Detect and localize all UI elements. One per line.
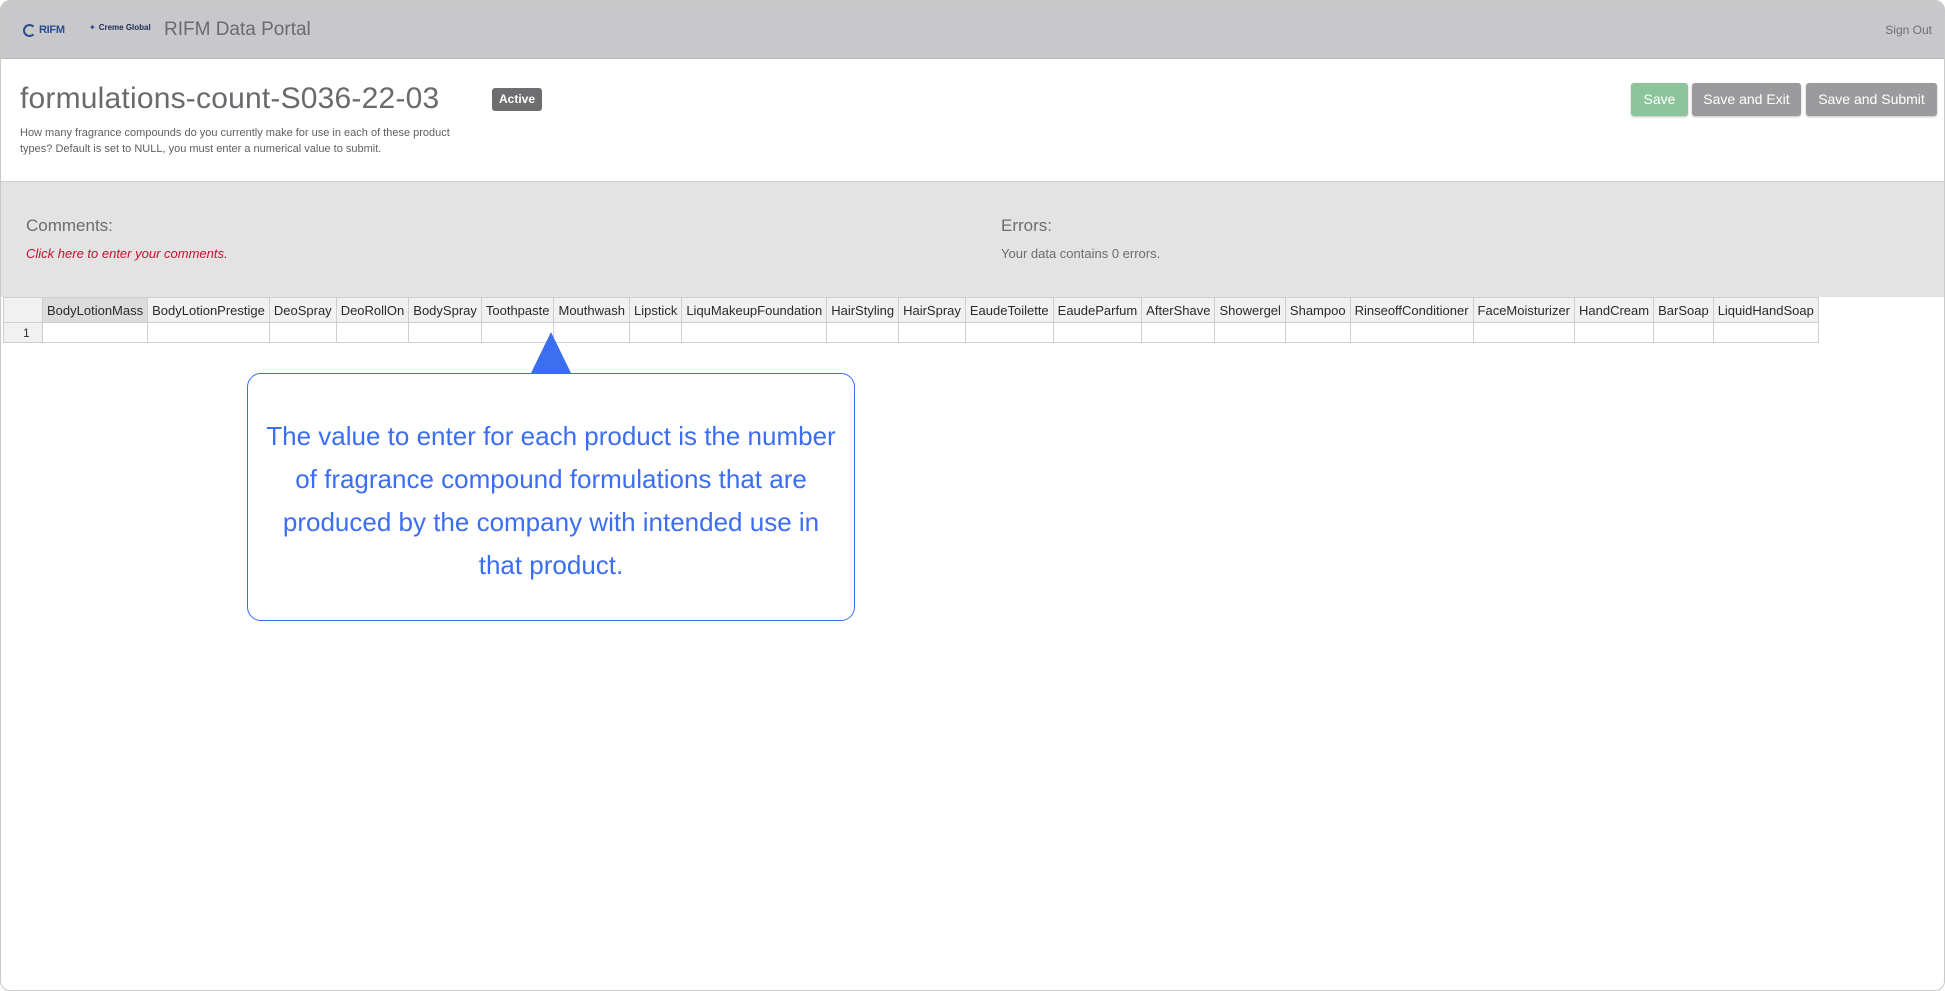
grid-cell[interactable] bbox=[1284, 322, 1351, 343]
save-and-exit-button[interactable]: Save and Exit bbox=[1692, 83, 1801, 116]
grid-cell[interactable] bbox=[1349, 322, 1474, 343]
grid-cell[interactable] bbox=[1712, 322, 1819, 343]
column-header[interactable]: HairSpray bbox=[898, 297, 966, 323]
comments-errors-panel bbox=[1, 181, 1944, 297]
rifm-logo-icon bbox=[23, 23, 36, 37]
column-header[interactable]: Mouthwash bbox=[553, 297, 630, 323]
sign-out-link[interactable]: Sign Out bbox=[1885, 23, 1932, 37]
column-header[interactable]: BodyLotionPrestige bbox=[147, 297, 270, 323]
column-header[interactable]: HairStyling bbox=[826, 297, 900, 323]
table-row: 1 bbox=[3, 322, 1819, 343]
column-header[interactable]: Shampoo bbox=[1284, 297, 1351, 323]
callout-text: The value to enter for each product is t… bbox=[266, 421, 836, 580]
grid-cell[interactable] bbox=[898, 322, 966, 343]
grid-cell[interactable] bbox=[826, 322, 900, 343]
page-description: How many fragrance compounds do you curr… bbox=[20, 127, 450, 155]
grid-cell[interactable] bbox=[628, 322, 683, 343]
data-grid: BodyLotionMass BodyLotionPrestige DeoSpr… bbox=[3, 297, 1819, 343]
rifm-logo-text: RIFM bbox=[39, 24, 65, 36]
column-header[interactable]: EaudeToilette bbox=[964, 297, 1054, 323]
comments-title: Comments: bbox=[26, 216, 113, 235]
column-header[interactable]: FaceMoisturizer bbox=[1472, 297, 1576, 323]
column-header[interactable]: Toothpaste bbox=[480, 297, 555, 323]
save-button[interactable]: Save bbox=[1631, 83, 1688, 116]
column-header[interactable]: Lipstick bbox=[628, 297, 683, 323]
errors-title: Errors: bbox=[1001, 216, 1052, 235]
creme-global-logo[interactable]: ✦ Creme Global bbox=[89, 23, 151, 32]
page-title: formulations-count-S036-22-03 bbox=[20, 82, 440, 115]
rifm-logo[interactable]: RIFM bbox=[23, 20, 65, 40]
grid-cell[interactable] bbox=[964, 322, 1054, 343]
grid-cell[interactable] bbox=[1052, 322, 1143, 343]
column-header[interactable]: DeoSpray bbox=[268, 297, 337, 323]
creme-logo-text: Creme Global bbox=[98, 23, 151, 32]
save-and-submit-button[interactable]: Save and Submit bbox=[1806, 83, 1937, 116]
grid-cell[interactable] bbox=[1472, 322, 1576, 343]
column-header[interactable]: LiquMakeupFoundation bbox=[681, 297, 828, 323]
column-header[interactable]: EaudeParfum bbox=[1052, 297, 1143, 323]
column-header[interactable]: HandCream bbox=[1573, 297, 1655, 323]
grid-cell[interactable] bbox=[1573, 322, 1655, 343]
portal-title[interactable]: RIFM Data Portal bbox=[164, 19, 311, 41]
column-header[interactable]: DeoRollOn bbox=[335, 297, 410, 323]
top-bar: RIFM ✦ Creme Global RIFM Data Portal Sig… bbox=[1, 1, 1944, 59]
creme-logo-icon: ✦ bbox=[89, 23, 96, 32]
grid-cell[interactable] bbox=[147, 322, 270, 343]
column-header[interactable]: AfterShave bbox=[1141, 297, 1216, 323]
grid-cell[interactable] bbox=[335, 322, 410, 343]
grid-cell[interactable] bbox=[681, 322, 828, 343]
grid-cell[interactable] bbox=[41, 322, 149, 343]
column-header[interactable]: BodyLotionMass bbox=[41, 297, 149, 323]
column-header[interactable]: BodySpray bbox=[408, 297, 482, 323]
grid-cell[interactable] bbox=[268, 322, 337, 343]
grid-cell[interactable] bbox=[1653, 322, 1714, 343]
app-window: RIFM ✦ Creme Global RIFM Data Portal Sig… bbox=[0, 0, 1945, 991]
column-header[interactable]: BarSoap bbox=[1653, 297, 1714, 323]
callout-pointer-icon bbox=[531, 332, 571, 373]
row-number[interactable]: 1 bbox=[3, 322, 43, 343]
grid-cell[interactable] bbox=[408, 322, 482, 343]
comments-input-link[interactable]: Click here to enter your comments. bbox=[26, 246, 228, 261]
column-header[interactable]: Showergel bbox=[1214, 297, 1286, 323]
column-header[interactable]: RinseoffConditioner bbox=[1349, 297, 1474, 323]
column-header[interactable]: LiquidHandSoap bbox=[1712, 297, 1819, 323]
grid-cell[interactable] bbox=[1214, 322, 1286, 343]
grid-header-row: BodyLotionMass BodyLotionPrestige DeoSpr… bbox=[3, 297, 1819, 323]
status-badge: Active bbox=[492, 88, 543, 111]
errors-summary: Your data contains 0 errors. bbox=[1001, 246, 1161, 261]
grid-corner-cell[interactable] bbox=[3, 297, 43, 323]
grid-cell[interactable] bbox=[1141, 322, 1216, 343]
